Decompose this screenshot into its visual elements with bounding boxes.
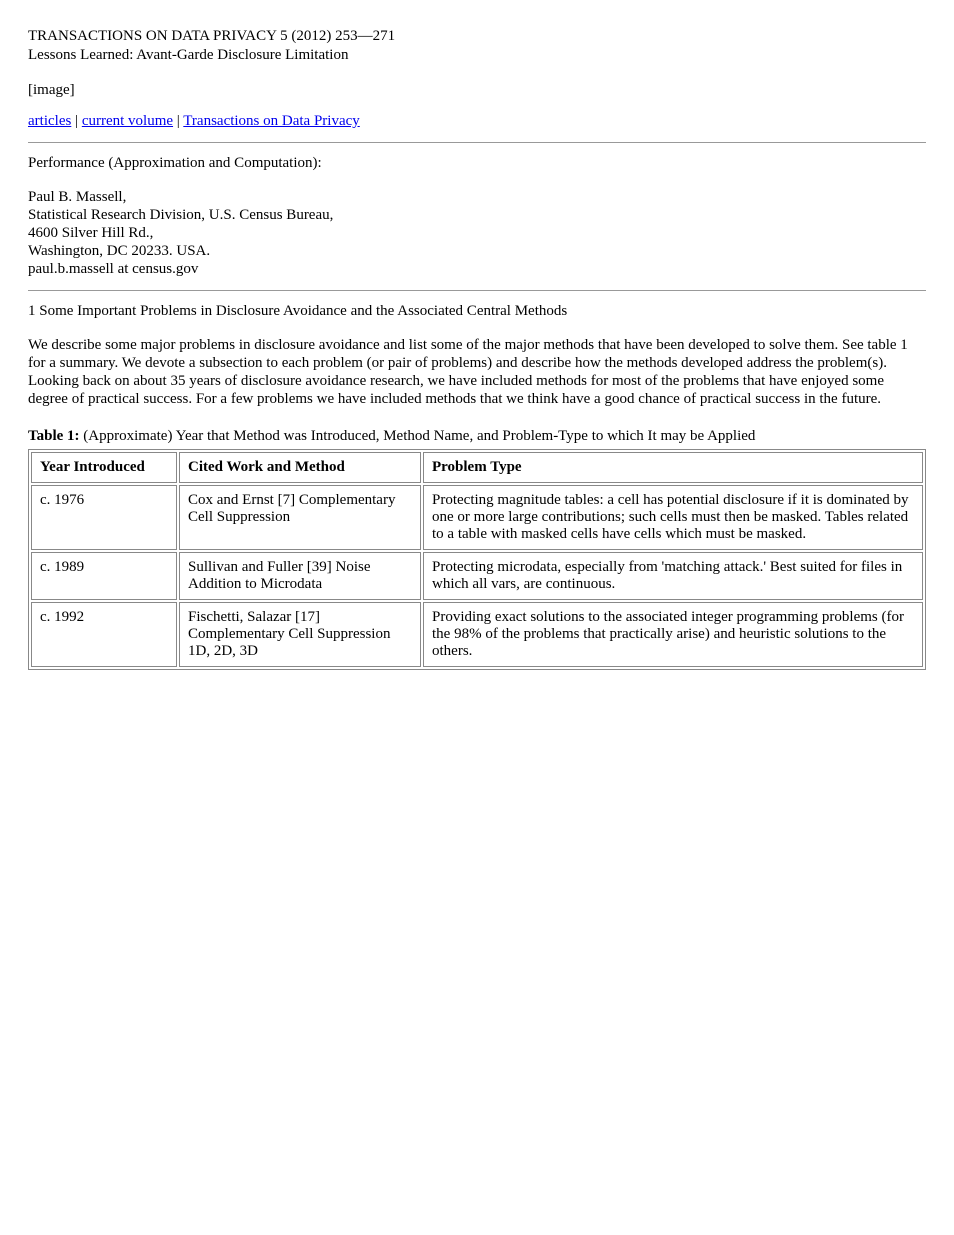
table-caption: Table 1: (Approximate) Year that Method … [28,428,926,445]
table-header-problem-type: Problem Type [423,452,923,483]
author-address-2: Washington, DC 20233. USA. [28,242,926,260]
author-address-1: 4600 Silver Hill Rd., [28,224,926,242]
table-row: c. 1989 Sullivan and Fuller [39] Noise A… [31,552,923,600]
cell-work: Fischetti, Salazar [17] Complementary Ce… [179,602,421,667]
table-caption-text: (Approximate) Year that Method was Intro… [83,428,755,444]
table-header-year: Year Introduced [31,452,177,483]
table-header-work: Cited Work and Method [179,452,421,483]
divider [28,142,926,143]
author-name: Paul B. Massell, [28,188,926,206]
table-header-row: Year Introduced Cited Work and Method Pr… [31,452,923,483]
cell-work: Sullivan and Fuller [39] Noise Addition … [179,552,421,600]
breadcrumb-link-tdp[interactable]: Transactions on Data Privacy [183,113,360,129]
cell-year: c. 1976 [31,485,177,550]
cell-year: c. 1989 [31,552,177,600]
author-affiliation: Statistical Research Division, U.S. Cens… [28,206,926,224]
methods-table: Year Introduced Cited Work and Method Pr… [28,449,926,670]
performance-title: Performance (Approximation and Computati… [28,155,926,172]
section-heading: 1 Some Important Problems in Disclosure … [28,303,926,320]
cell-year: c. 1992 [31,602,177,667]
breadcrumb-link-current-volume[interactable]: current volume [82,113,173,129]
breadcrumb-separator: | [173,113,183,129]
article-subtitle: Lessons Learned: Avant-Garde Disclosure … [28,47,926,64]
author-info: Paul B. Massell, Statistical Research Di… [28,188,926,278]
table-row: c. 1992 Fischetti, Salazar [17] Compleme… [31,602,923,667]
divider [28,290,926,291]
breadcrumb-link-articles[interactable]: articles [28,113,71,129]
breadcrumb-separator: | [71,113,82,129]
cell-desc: Providing exact solutions to the associa… [423,602,923,667]
table-row: c. 1976 Cox and Ernst [7] Complementary … [31,485,923,550]
breadcrumb: articles | current volume | Transactions… [28,113,926,130]
image-placeholder: [image] [28,82,926,99]
author-email: paul.b.massell at census.gov [28,260,926,278]
cell-work: Cox and Ernst [7] Complementary Cell Sup… [179,485,421,550]
cell-desc: Protecting microdata, especially from 'm… [423,552,923,600]
cell-desc: Protecting magnitude tables: a cell has … [423,485,923,550]
section-intro-paragraph: We describe some major problems in discl… [28,336,926,408]
journal-title: TRANSACTIONS ON DATA PRIVACY 5 (2012) 25… [28,28,926,45]
table-caption-label: Table 1: [28,428,80,444]
